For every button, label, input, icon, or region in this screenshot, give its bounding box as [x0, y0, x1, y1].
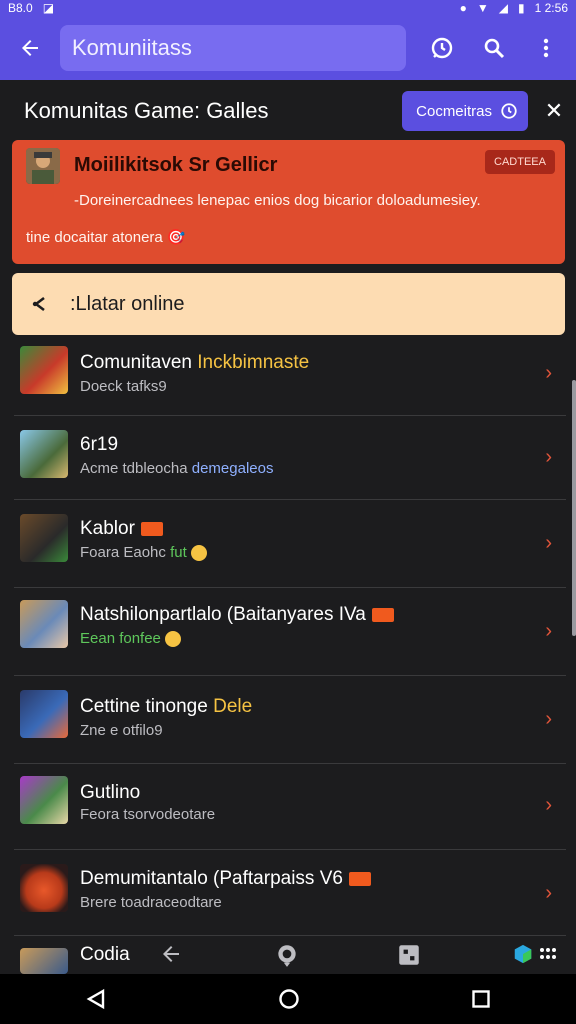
chat-icon[interactable] [416, 16, 468, 80]
apps-icon[interactable] [538, 944, 558, 964]
list-item-title-text: Demumitantalo (Paftarpaiss V6 [80, 868, 343, 889]
list-item[interactable]: Kablor Foara Eaohc fut › [14, 500, 566, 588]
status-bar: B8.0 ◪ ● ▼ ◢ ▮ 1 2:56 [0, 0, 576, 16]
back-arrow-icon[interactable] [158, 942, 184, 966]
list-item-title-text: Cettine tinonge [80, 696, 214, 717]
signal-icon: ◢ [498, 1, 509, 15]
nav-back-icon[interactable] [85, 988, 107, 1010]
game-thumbnail [20, 776, 68, 824]
list-item-subtitle: Doeck tafks9 [80, 378, 167, 395]
promo-banner[interactable]: Moiilikitsok Sr Gellicr CADTEEA -Doreine… [12, 140, 565, 264]
game-thumbnail [20, 948, 68, 974]
more-vert-icon[interactable] [520, 16, 572, 80]
smiley-icon [190, 545, 207, 562]
game-thumbnail [20, 346, 68, 394]
search-icon[interactable] [468, 16, 520, 80]
list-item-title: Demumitantalo (Paftarpaiss V6 [80, 868, 371, 890]
list-item-subtitle: Eean fonfee [80, 630, 181, 648]
chevron-right-icon: › [545, 882, 552, 904]
list-item-title-text: Comunitaven [80, 352, 198, 373]
list-item-title: Cettine tinonge Dele [80, 696, 252, 718]
gem-icon[interactable] [512, 942, 534, 966]
list-item[interactable]: Comunitaven Inckbimnaste Doeck tafks9 › [14, 340, 566, 416]
back-arrow-icon[interactable] [0, 16, 60, 80]
clock-icon [501, 103, 517, 119]
list-item-title: Comunitaven Inckbimnaste [80, 352, 309, 374]
wifi-icon: ▼ [476, 1, 489, 15]
list-item-title-highlight: Dele [213, 696, 253, 717]
list-item-title: Gutlino [80, 782, 141, 803]
status-time-left: B8.0 [8, 1, 33, 15]
community-header: Komunitas Game: Galles Cocmeitras ✕ [0, 82, 576, 140]
notification-icon: ◪ [42, 1, 55, 15]
list-item-subtitle-extra: fut [170, 544, 187, 561]
list-item-subtitle: Zne e otfilo9 [80, 722, 163, 739]
game-thumbnail [20, 690, 68, 738]
scrollbar[interactable] [572, 380, 576, 636]
location-icon: ● [459, 1, 467, 15]
online-filter-bar[interactable]: :Llatar online [12, 273, 565, 335]
chevron-right-icon: › [545, 708, 552, 730]
list-item[interactable]: Demumitantalo (Paftarpaiss V6 Brere toad… [14, 850, 566, 936]
chevron-right-icon: › [545, 362, 552, 384]
list-item[interactable]: Cettine tinonge Dele Zne e otfilo9 › [14, 676, 566, 764]
game-thumbnail [20, 864, 68, 912]
banner-footer: tine docaitar atonera 🎯 [26, 229, 186, 246]
list-item-subtitle: Acme tdbleocha demegaleos [80, 460, 273, 477]
list-item-title-text: Natshilonpartlalo (Baitanyares IVa [80, 604, 366, 625]
new-tag [348, 871, 371, 886]
smiley-icon [164, 631, 181, 648]
list-item[interactable]: 6r19 Acme tdbleocha demegaleos › [14, 416, 566, 500]
list-item-subtitle: Feora tsorvodeotare [80, 806, 216, 823]
list-item-title: Natshilonpartlalo (Baitanyares IVa [80, 604, 394, 626]
banner-description: -Doreinercadnees lenepac enios dog bicar… [74, 192, 481, 209]
app-bar: Komuniitass [0, 16, 576, 80]
list-item-subtitle-text: Acme tdbleocha [80, 460, 192, 477]
status-time-right: 1 2:56 [534, 1, 568, 15]
online-label: :Llatar online [70, 292, 185, 315]
list-item-subtitle: Foara Eaohc fut [80, 544, 207, 562]
chevron-right-icon: › [545, 446, 552, 468]
comment-icon[interactable] [274, 942, 300, 968]
battery-icon: ▮ [518, 1, 525, 15]
share-icon [32, 296, 45, 312]
new-tag [371, 607, 394, 622]
banner-title: Moiilikitsok Sr Gellicr [74, 154, 278, 176]
search-input[interactable]: Komuniitass [60, 25, 406, 71]
game-thumbnail [20, 430, 68, 478]
list-item-title: 6r19 [80, 434, 119, 455]
banner-badge: CADTEEA [485, 150, 555, 174]
close-icon[interactable]: ✕ [532, 82, 576, 140]
list-item-title-highlight: Inckbimnaste [197, 352, 310, 373]
nav-recents-icon[interactable] [471, 989, 491, 1009]
new-tag [140, 521, 163, 536]
nav-home-icon[interactable] [278, 988, 300, 1010]
list-item[interactable]: Gutlino Feora tsorvodeotare › [14, 764, 566, 850]
list-item-subtitle: Brere toadraceodtare [80, 894, 222, 911]
list-item-title-text: Kablor [80, 518, 135, 539]
banner-avatar [26, 148, 60, 184]
game-thumbnail [20, 514, 68, 562]
list-item-subtitle-text: Foara Eaohc [80, 544, 171, 561]
list-item-subtitle-link: demegaleos [191, 460, 274, 477]
system-nav-bar [0, 974, 576, 1024]
grid-icon[interactable] [396, 942, 422, 968]
communities-button-label: Cocmeitras [416, 102, 492, 120]
list-item-title: Kablor [80, 518, 163, 540]
page-title: Komunitas Game: Galles [24, 98, 269, 123]
communities-button[interactable]: Cocmeitras [402, 91, 528, 131]
chevron-right-icon: › [545, 620, 552, 642]
game-thumbnail [20, 600, 68, 648]
list-item[interactable]: Natshilonpartlalo (Baitanyares IVa Eean … [14, 588, 566, 676]
chevron-right-icon: › [545, 532, 552, 554]
chevron-right-icon: › [545, 794, 552, 816]
bottom-toolbar: Codia [0, 936, 576, 974]
list-item-subtitle-text: Eean fonfee [80, 630, 161, 647]
